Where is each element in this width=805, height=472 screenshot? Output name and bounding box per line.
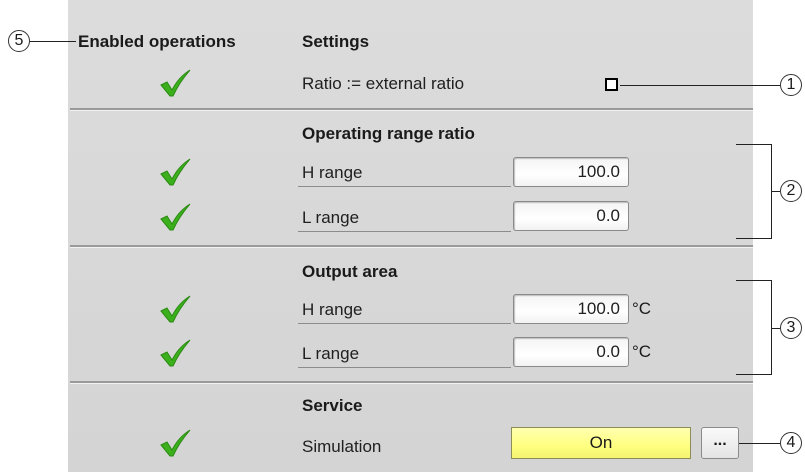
out-h-range-label: H range — [302, 300, 363, 319]
bracket-output-area — [736, 280, 772, 375]
section-divider — [70, 108, 753, 111]
checkmark-icon — [160, 295, 191, 323]
callout-5: 5 — [8, 30, 30, 52]
checkmark-icon — [160, 69, 191, 97]
out-l-range-label: L range — [302, 344, 360, 363]
callout-leader — [772, 191, 780, 192]
section-divider — [70, 245, 753, 248]
enabled-operations-header: Enabled operations — [78, 32, 236, 51]
label-underline — [298, 367, 511, 368]
callout-4: 4 — [780, 432, 802, 454]
service-title: Service — [302, 396, 363, 415]
callout-leader — [739, 443, 780, 444]
out-h-range-unit: °C — [632, 299, 652, 318]
checkmark-icon — [160, 339, 191, 367]
checkmark-icon — [160, 203, 191, 231]
callout-leader — [30, 41, 76, 42]
callout-3: 3 — [780, 317, 802, 339]
bracket-operating-range — [736, 144, 772, 239]
output-area-title: Output area — [302, 262, 398, 281]
label-underline — [298, 231, 511, 232]
simulation-on-button[interactable]: On — [511, 427, 691, 459]
section-divider — [70, 381, 753, 384]
checkmark-icon — [160, 158, 191, 186]
settings-header: Settings — [302, 32, 370, 51]
callout-1: 1 — [780, 74, 802, 96]
operating-range-title: Operating range ratio — [302, 124, 475, 143]
out-h-range-field[interactable]: 100.0 — [513, 294, 629, 324]
op-h-range-label: H range — [302, 163, 363, 182]
callout-2: 2 — [780, 180, 802, 202]
op-l-range-label: L range — [302, 208, 360, 227]
simulation-more-button[interactable]: ... — [701, 427, 739, 459]
op-h-range-field[interactable]: 100.0 — [513, 157, 629, 187]
callout-leader — [772, 328, 780, 329]
callout-leader — [620, 85, 780, 86]
label-underline — [298, 186, 511, 187]
out-l-range-unit: °C — [632, 342, 652, 361]
simulation-label: Simulation — [302, 437, 382, 456]
label-underline — [298, 323, 511, 324]
out-l-range-field[interactable]: 0.0 — [513, 337, 629, 367]
ratio-external-checkbox[interactable] — [605, 78, 618, 91]
op-l-range-field[interactable]: 0.0 — [513, 201, 629, 231]
checkmark-icon — [160, 429, 191, 457]
ratio-external-label: Ratio := external ratio — [302, 74, 465, 93]
